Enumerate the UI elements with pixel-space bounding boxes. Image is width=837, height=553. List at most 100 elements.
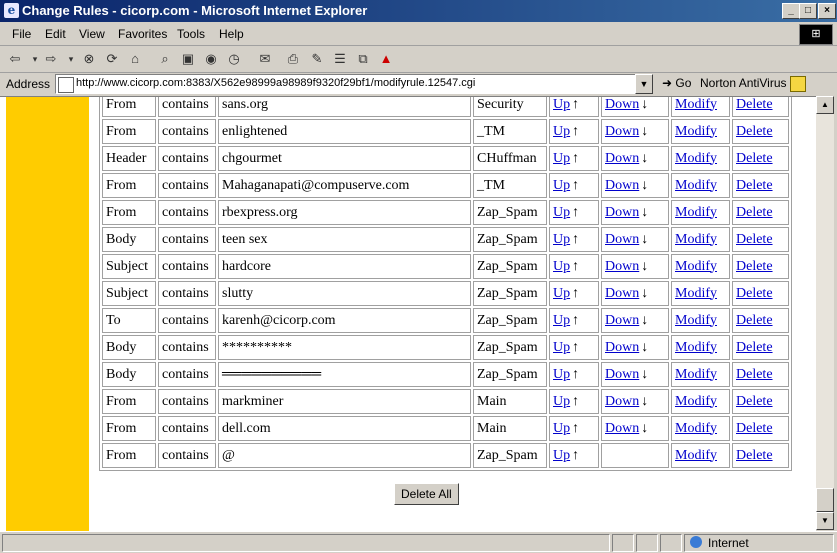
address-dropdown-icon[interactable]: ▼ — [635, 74, 653, 94]
modify-link[interactable]: Modify — [675, 124, 717, 139]
delete-link[interactable]: Delete — [736, 232, 773, 247]
history-icon[interactable]: ◷ — [225, 50, 243, 68]
discuss-icon[interactable]: ☰ — [331, 50, 349, 68]
scroll-up-icon[interactable]: ▲ — [816, 96, 834, 114]
menu-help[interactable]: Help — [219, 27, 244, 41]
move-down-link[interactable]: Down — [605, 151, 639, 166]
arrow-down-icon[interactable]: ↓ — [641, 232, 648, 248]
move-down-link[interactable]: Down — [605, 394, 639, 409]
delete-link[interactable]: Delete — [736, 97, 773, 112]
arrow-down-icon[interactable]: ↓ — [641, 421, 648, 437]
scroll-thumb[interactable] — [816, 488, 834, 512]
delete-link[interactable]: Delete — [736, 313, 773, 328]
move-down-link[interactable]: Down — [605, 313, 639, 328]
modify-link[interactable]: Modify — [675, 394, 717, 409]
move-down-link[interactable]: Down — [605, 367, 639, 382]
norton-icon[interactable] — [790, 76, 806, 92]
print-icon[interactable]: ⎙ — [284, 50, 302, 68]
arrow-up-icon[interactable]: ↑ — [572, 232, 579, 248]
arrow-down-icon[interactable]: ↓ — [641, 124, 648, 140]
arrow-up-icon[interactable]: ↑ — [572, 394, 579, 410]
forward-dropdown-icon[interactable]: ▾ — [62, 50, 80, 68]
delete-link[interactable]: Delete — [736, 367, 773, 382]
delete-link[interactable]: Delete — [736, 259, 773, 274]
scroll-down-icon[interactable]: ▼ — [816, 512, 834, 530]
delete-link[interactable]: Delete — [736, 340, 773, 355]
close-button[interactable]: × — [818, 3, 836, 19]
arrow-up-icon[interactable]: ↑ — [572, 97, 579, 113]
delete-link[interactable]: Delete — [736, 124, 773, 139]
modify-link[interactable]: Modify — [675, 97, 717, 112]
refresh-icon[interactable]: ⟳ — [103, 50, 121, 68]
modify-link[interactable]: Modify — [675, 340, 717, 355]
arrow-down-icon[interactable]: ↓ — [641, 394, 648, 410]
arrow-down-icon[interactable]: ↓ — [641, 178, 648, 194]
stop-icon[interactable]: ⊗ — [80, 50, 98, 68]
move-down-link[interactable]: Down — [605, 178, 639, 193]
move-down-link[interactable]: Down — [605, 205, 639, 220]
move-down-link[interactable]: Down — [605, 340, 639, 355]
delete-link[interactable]: Delete — [736, 151, 773, 166]
menu-view[interactable]: View — [79, 27, 105, 41]
move-up-link[interactable]: Up — [553, 151, 570, 166]
move-up-link[interactable]: Up — [553, 97, 570, 112]
address-input[interactable]: http://www.cicorp.com:8383/X562e98999a98… — [55, 74, 637, 94]
media-icon[interactable]: ◉ — [202, 50, 220, 68]
move-up-link[interactable]: Up — [553, 448, 570, 463]
modify-link[interactable]: Modify — [675, 448, 717, 463]
forward-icon[interactable]: ⇨ — [42, 50, 60, 68]
delete-link[interactable]: Delete — [736, 178, 773, 193]
move-up-link[interactable]: Up — [553, 205, 570, 220]
norton-antivirus-button[interactable]: Norton AntiVirus — [700, 76, 787, 90]
move-up-link[interactable]: Up — [553, 394, 570, 409]
delete-link[interactable]: Delete — [736, 205, 773, 220]
arrow-down-icon[interactable]: ↓ — [641, 313, 648, 329]
arrow-up-icon[interactable]: ↑ — [572, 421, 579, 437]
go-button[interactable]: ➜ Go — [662, 76, 691, 90]
modify-link[interactable]: Modify — [675, 313, 717, 328]
move-down-link[interactable]: Down — [605, 124, 639, 139]
favorites-icon[interactable]: ▣ — [179, 50, 197, 68]
menu-edit[interactable]: Edit — [45, 27, 66, 41]
modify-link[interactable]: Modify — [675, 367, 717, 382]
arrow-down-icon[interactable]: ↓ — [641, 259, 648, 275]
modify-link[interactable]: Modify — [675, 259, 717, 274]
move-down-link[interactable]: Down — [605, 97, 639, 112]
delete-link[interactable]: Delete — [736, 286, 773, 301]
home-icon[interactable]: ⌂ — [126, 50, 144, 68]
move-down-link[interactable]: Down — [605, 286, 639, 301]
move-up-link[interactable]: Up — [553, 340, 570, 355]
arrow-up-icon[interactable]: ↑ — [572, 151, 579, 167]
menu-file[interactable]: File — [12, 27, 31, 41]
delete-link[interactable]: Delete — [736, 448, 773, 463]
maximize-button[interactable]: □ — [799, 3, 817, 19]
modify-link[interactable]: Modify — [675, 232, 717, 247]
vertical-scrollbar[interactable]: ▲ ▼ — [816, 96, 834, 530]
move-up-link[interactable]: Up — [553, 367, 570, 382]
adobe-icon[interactable]: ▲ — [377, 50, 395, 68]
move-up-link[interactable]: Up — [553, 313, 570, 328]
arrow-up-icon[interactable]: ↑ — [572, 124, 579, 140]
move-up-link[interactable]: Up — [553, 124, 570, 139]
arrow-down-icon[interactable]: ↓ — [641, 151, 648, 167]
arrow-down-icon[interactable]: ↓ — [641, 367, 648, 383]
modify-link[interactable]: Modify — [675, 421, 717, 436]
modify-link[interactable]: Modify — [675, 286, 717, 301]
move-down-link[interactable]: Down — [605, 421, 639, 436]
arrow-up-icon[interactable]: ↑ — [572, 367, 579, 383]
menu-tools[interactable]: Tools — [177, 27, 205, 41]
modify-link[interactable]: Modify — [675, 151, 717, 166]
arrow-up-icon[interactable]: ↑ — [572, 448, 579, 464]
arrow-down-icon[interactable]: ↓ — [641, 205, 648, 221]
modify-link[interactable]: Modify — [675, 178, 717, 193]
edit-icon[interactable]: ✎ — [308, 50, 326, 68]
arrow-up-icon[interactable]: ↑ — [572, 313, 579, 329]
arrow-down-icon[interactable]: ↓ — [641, 286, 648, 302]
arrow-up-icon[interactable]: ↑ — [572, 205, 579, 221]
delete-all-button[interactable]: Delete All — [394, 483, 459, 505]
move-up-link[interactable]: Up — [553, 259, 570, 274]
move-up-link[interactable]: Up — [553, 421, 570, 436]
move-up-link[interactable]: Up — [553, 178, 570, 193]
move-up-link[interactable]: Up — [553, 286, 570, 301]
delete-link[interactable]: Delete — [736, 394, 773, 409]
